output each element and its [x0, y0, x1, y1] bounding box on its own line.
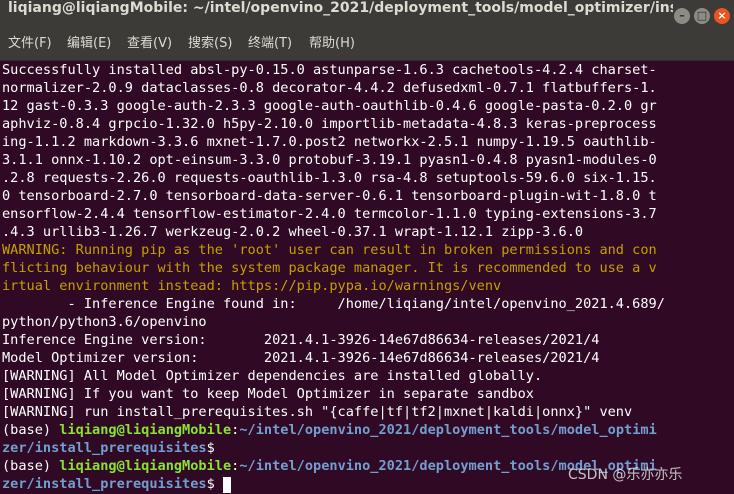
prompt-path-cont: zer/install_prerequisites	[2, 476, 207, 492]
terminal-output[interactable]: Successfully installed absl-py-0.15.0 as…	[2, 62, 732, 494]
conda-env: (base)	[2, 422, 60, 438]
output-line: 12 gast-0.3.3 google-auth-2.3.3 google-a…	[2, 98, 657, 114]
output-line: .2.8 requests-2.26.0 requests-oauthlib-1…	[2, 170, 657, 186]
menu-search[interactable]: 搜索(S)	[188, 32, 232, 60]
menu-bar: 文件(F) 编辑(E) 查看(V) 搜索(S) 终端(T) 帮助(H)	[0, 32, 734, 61]
prompt-symbol: $	[206, 440, 215, 456]
maximize-button[interactable]: □	[694, 8, 710, 24]
output-line: .4.3 urllib3-1.26.7 werkzeug-2.0.2 wheel…	[2, 224, 584, 240]
minimize-button[interactable]: –	[674, 8, 690, 24]
prompt-line-wrap: zer/install_prerequisites$	[2, 440, 732, 458]
output-line: [WARNING] All Model Optimizer dependenci…	[2, 368, 543, 384]
prompt-line: (base) liqiang@liqiangMobile:~/intel/ope…	[2, 422, 732, 440]
output-line: [WARNING] run install_prerequisites.sh "…	[2, 404, 633, 420]
text-cursor[interactable]	[222, 477, 231, 493]
menu-terminal[interactable]: 终端(T)	[248, 32, 292, 60]
menu-edit[interactable]: 编辑(E)	[67, 32, 111, 60]
menu-view[interactable]: 查看(V)	[127, 32, 172, 60]
prompt-user: liqiang@liqiangMobile	[59, 458, 232, 474]
output-line: - Inference Engine found in: /home/liqia…	[2, 296, 665, 312]
watermark: CSDN @乐亦亦乐	[568, 467, 683, 483]
prompt-path: ~/intel/openvino_2021/deployment_tools/m…	[239, 422, 657, 438]
output-line: python/python3.6/openvino	[2, 314, 207, 330]
menu-file[interactable]: 文件(F)	[8, 32, 52, 60]
prompt-path-cont: zer/install_prerequisites	[2, 440, 207, 456]
output-line: normalizer-2.0.9 dataclasses-0.8 decorat…	[2, 80, 657, 96]
output-line: ing-1.1.2 markdown-3.3.6 mxnet-1.7.0.pos…	[2, 134, 657, 150]
warning-line: irtual environment instead: https://pip.…	[2, 278, 502, 294]
output-line: 0 tensorboard-2.7.0 tensorboard-data-ser…	[2, 188, 657, 204]
warning-line: WARNING: Running pip as the 'root' user …	[2, 242, 657, 258]
window-title: liqiang@liqiangMobile: ~/intel/openvino_…	[8, 0, 673, 16]
output-line: [WARNING] If you want to keep Model Opti…	[2, 386, 534, 402]
output-line: ensorflow-2.4.4 tensorflow-estimator-2.4…	[2, 206, 657, 222]
menu-help[interactable]: 帮助(H)	[309, 32, 355, 60]
prompt-user: liqiang@liqiangMobile	[59, 422, 232, 438]
output-line: Model Optimizer version: 2021.4.1-3926-1…	[2, 350, 600, 366]
prompt-symbol: $	[206, 476, 223, 492]
output-line: Successfully installed absl-py-0.15.0 as…	[2, 62, 657, 78]
warning-line: flicting behaviour with the system packa…	[2, 260, 657, 276]
output-line: Inference Engine version: 2021.4.1-3926-…	[2, 332, 600, 348]
output-line: aphviz-0.8.4 grpcio-1.32.0 h5py-2.10.0 i…	[2, 116, 657, 132]
title-bar: liqiang@liqiangMobile: ~/intel/openvino_…	[0, 0, 734, 32]
conda-env: (base)	[2, 458, 60, 474]
output-line: 3.1.1 onnx-1.10.2 opt-einsum-3.3.0 proto…	[2, 152, 657, 168]
close-button[interactable]: ×	[714, 8, 730, 24]
